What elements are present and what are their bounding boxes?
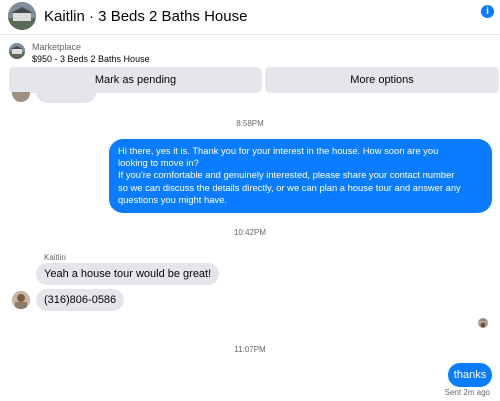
more-options-button[interactable]: More options [265, 67, 499, 93]
conversation-header: Kaitlin · 3 Beds 2 Baths House i [0, 0, 500, 34]
message-line: looking to move in? [118, 157, 199, 169]
marketplace-listing-bar: Marketplace $950 - 3 Beds 2 Baths House … [0, 34, 500, 100]
listing-thumbnail[interactable] [9, 43, 25, 59]
incoming-message-bubble: Yeah a house tour would be great! [36, 263, 220, 285]
outgoing-message-bubble: Hi there, yes it is. Thank you for your … [109, 139, 492, 213]
message-line: If you're comfortable and genuinely inte… [118, 169, 455, 181]
message-line: so we can discuss the details directly, … [118, 181, 461, 193]
mark-as-pending-button[interactable]: Mark as pending [9, 67, 262, 93]
timestamp: 8:58PM [236, 119, 264, 128]
previous-message-bubble [36, 92, 96, 103]
sent-status: Sent 2m ago [444, 388, 490, 397]
outgoing-message-bubble: thanks [448, 363, 492, 387]
listing-price-title[interactable]: $950 - 3 Beds 2 Baths House [32, 54, 150, 64]
incoming-message-bubble: (316)806-0586 [36, 289, 125, 311]
timestamp: 11:07PM [234, 345, 266, 354]
kaitlin-avatar[interactable] [12, 291, 30, 309]
read-receipt-avatar [478, 318, 488, 328]
info-icon[interactable]: i [481, 5, 494, 18]
listing-avatar[interactable] [8, 2, 36, 30]
kaitlin-avatar-partial [12, 92, 30, 102]
marketplace-label: Marketplace [32, 42, 82, 52]
timestamp: 10:42PM [233, 228, 267, 237]
conversation-title[interactable]: Kaitlin · 3 Beds 2 Baths House [44, 8, 247, 25]
message-line: questions you might have. [118, 193, 227, 205]
sender-name: Kaitlin [44, 253, 66, 262]
message-thread[interactable]: 8:58PM Hi there, yes it is. Thank you fo… [0, 92, 500, 401]
message-line: Hi there, yes it is. Thank you for your … [118, 145, 439, 156]
